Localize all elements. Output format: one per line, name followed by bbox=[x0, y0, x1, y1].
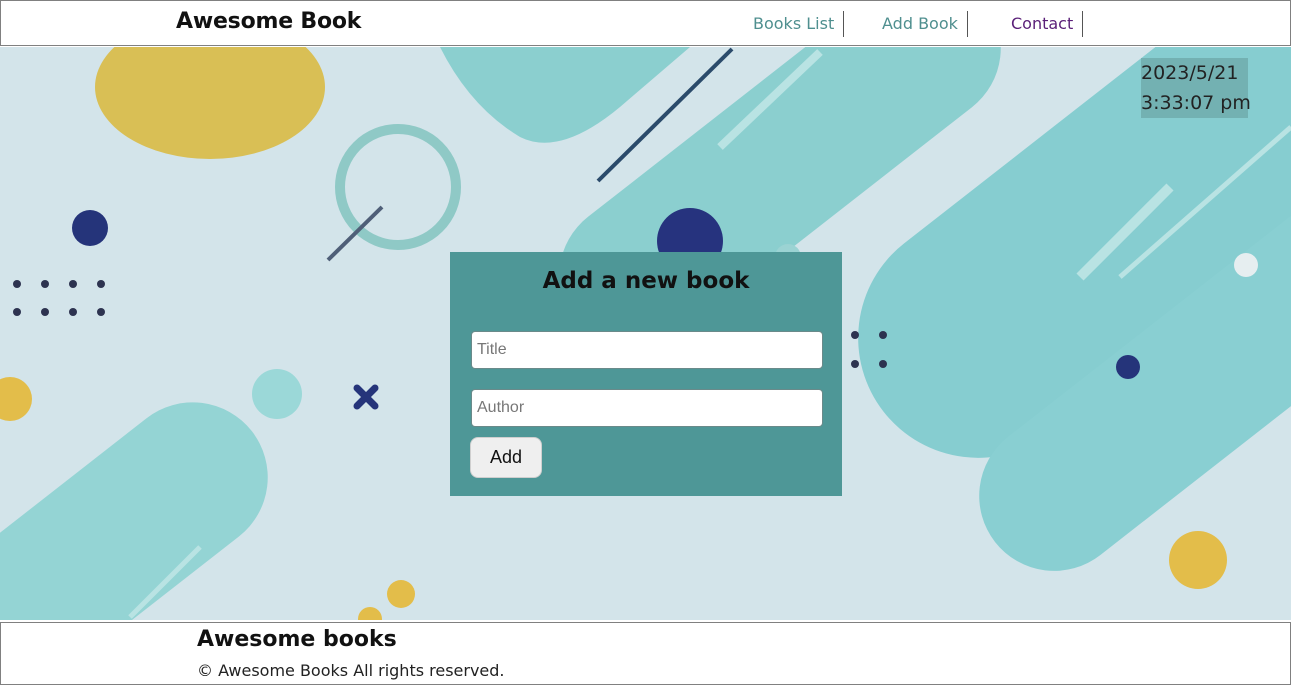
form-title: Add a new book bbox=[542, 268, 750, 294]
add-book-button[interactable]: Add bbox=[470, 437, 542, 478]
author-input[interactable] bbox=[471, 389, 823, 427]
site-footer: Awesome books © Awesome Books All rights… bbox=[0, 622, 1291, 685]
brand-logo: Awesome Book bbox=[176, 9, 362, 34]
current-time: 3:33:07 pm bbox=[1141, 92, 1251, 114]
title-input[interactable] bbox=[471, 331, 823, 369]
current-date: 2023/5/21 bbox=[1141, 62, 1239, 84]
nav-add-book[interactable]: Add Book bbox=[882, 11, 968, 37]
add-book-form: Add a new book Add bbox=[450, 252, 842, 496]
nav-books-list[interactable]: Books List bbox=[753, 11, 845, 37]
site-header: Awesome Book Books List Add Book Contact bbox=[0, 0, 1291, 46]
nav-contact[interactable]: Contact bbox=[1011, 11, 1084, 37]
footer-title: Awesome books bbox=[197, 627, 397, 652]
footer-copyright: © Awesome Books All rights reserved. bbox=[197, 661, 505, 680]
current-datetime: 2023/5/21 3:33:07 pm bbox=[1141, 58, 1251, 118]
